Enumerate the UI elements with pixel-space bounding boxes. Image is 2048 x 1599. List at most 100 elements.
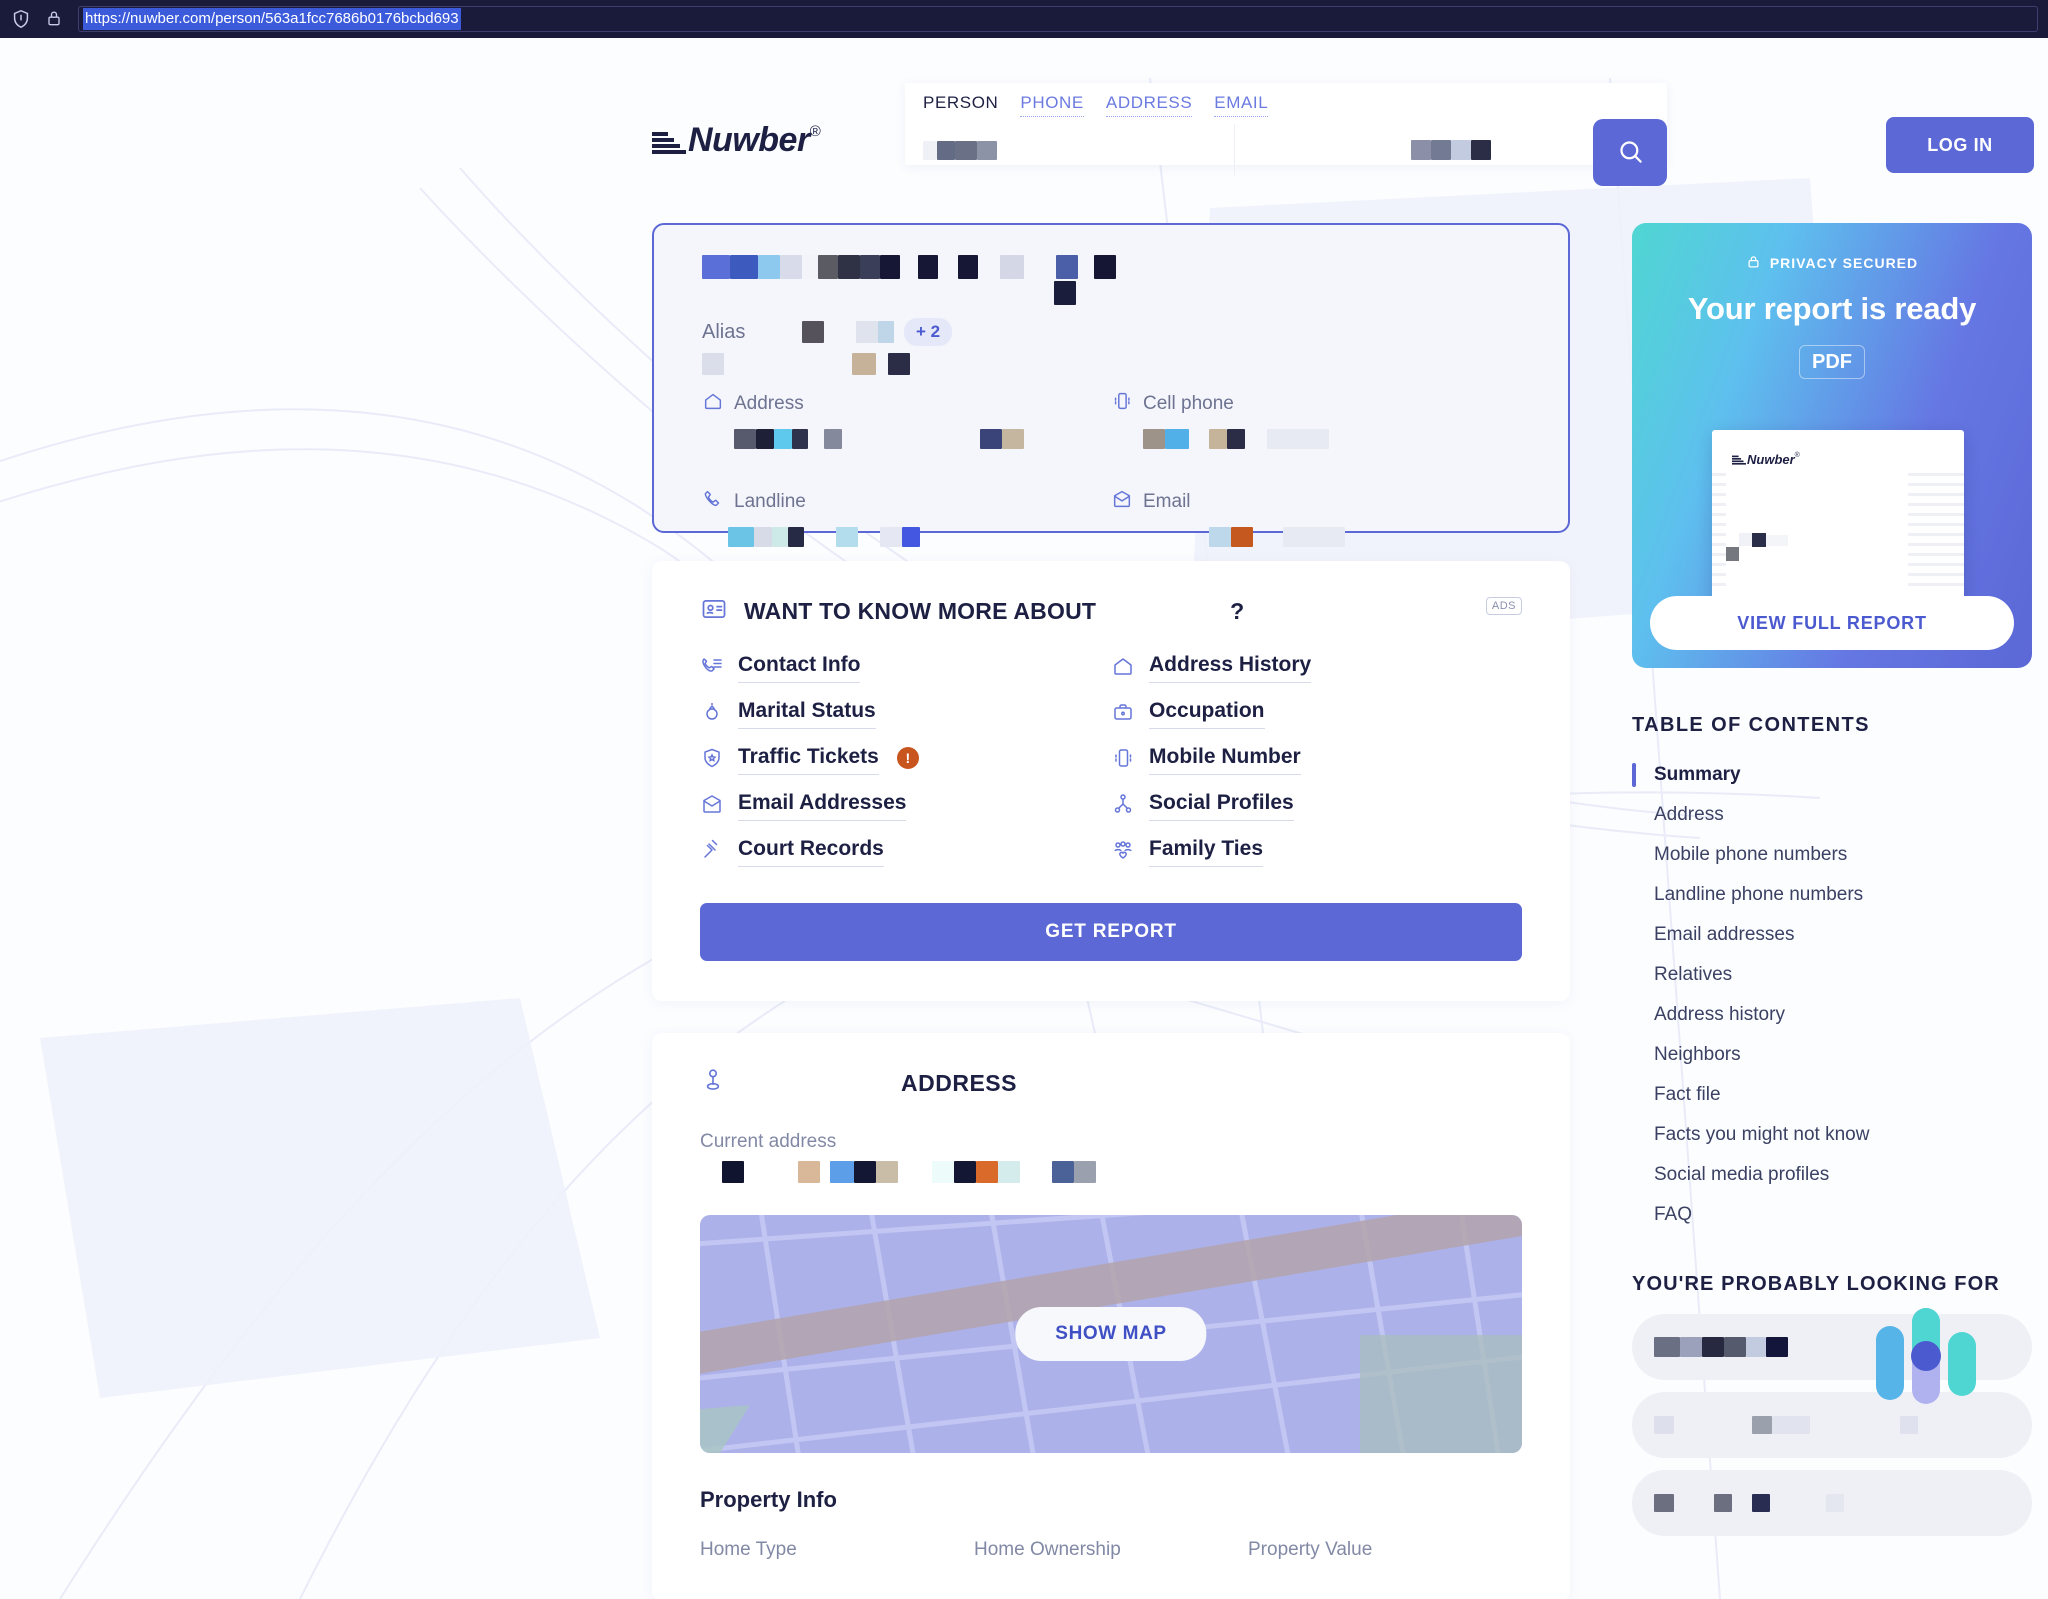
toc-item-address[interactable]: Address xyxy=(1632,795,2032,835)
view-full-report-button[interactable]: VIEW FULL REPORT xyxy=(1650,596,2014,650)
toc-item-email-addresses[interactable]: Email addresses xyxy=(1632,915,2032,955)
document-logo: Nuwber ® xyxy=(1732,452,1964,467)
shield-icon[interactable] xyxy=(10,8,32,30)
family-icon xyxy=(1111,838,1135,867)
toc-item-relatives[interactable]: Relatives xyxy=(1632,955,2032,995)
wtk-item-contact-info-label: Contact Info xyxy=(738,653,861,683)
summary-field-email-label-row: Email xyxy=(1111,488,1520,516)
list-item[interactable] xyxy=(1632,1470,2032,1536)
want-to-know-header: WANT TO KNOW MORE ABOUT ? xyxy=(700,595,1522,627)
site-header: Nuwber ® PERSON PHONE ADDRESS EMAIL LOG … xyxy=(0,38,2048,186)
report-ready-card: PRIVACY SECURED Your report is ready PDF… xyxy=(1632,223,2032,668)
current-address-redacted xyxy=(700,1161,1522,1187)
logo-registered-mark: ® xyxy=(809,123,821,140)
wtk-item-email-addresses[interactable]: Email Addresses xyxy=(700,791,1111,821)
id-card-icon xyxy=(700,595,728,628)
alias-more-button[interactable]: + 2 xyxy=(904,318,953,346)
property-column-home-type: Home Type xyxy=(700,1539,797,1560)
traffic-tickets-alert-badge: ! xyxy=(896,747,919,769)
summary-field-cellphone-label-row: Cell phone xyxy=(1111,390,1520,418)
get-report-button[interactable]: GET REPORT xyxy=(700,903,1522,961)
current-address-label: Current address xyxy=(700,1131,837,1152)
search-icon xyxy=(1617,138,1644,168)
pdf-format-chip: PDF xyxy=(1799,345,1865,379)
logo-wordmark: Nuwber xyxy=(688,121,810,159)
property-column-property-value: Property Value xyxy=(1248,1539,1373,1560)
search-tab-address[interactable]: ADDRESS xyxy=(1105,93,1193,117)
alias-label: Alias xyxy=(702,320,746,343)
summary-field-landline-label: Landline xyxy=(734,491,806,512)
person-name-redacted-extra1 xyxy=(1054,281,1076,305)
wtk-item-court-records[interactable]: Court Records xyxy=(700,837,1111,867)
wtk-item-mobile-number-label: Mobile Number xyxy=(1149,745,1301,775)
summary-field-cellphone-label: Cell phone xyxy=(1143,393,1234,414)
toc-item-faq[interactable]: FAQ xyxy=(1632,1195,2032,1235)
shield-star-icon xyxy=(700,746,724,775)
probably-looking-for-title: YOU'RE PROBABLY LOOKING FOR xyxy=(1632,1273,2000,1295)
summary-field-email-values xyxy=(1111,526,1520,548)
want-to-know-grid: Contact Info Address History Marital Sta… xyxy=(700,653,1522,867)
toc-item-summary[interactable]: Summary xyxy=(1632,755,2032,795)
show-map-button[interactable]: SHOW MAP xyxy=(1015,1307,1207,1361)
search-tabs: PERSON PHONE ADDRESS EMAIL xyxy=(905,83,1667,117)
search-tab-phone[interactable]: PHONE xyxy=(1020,93,1084,117)
want-to-know-title: WANT TO KNOW MORE ABOUT xyxy=(744,597,1097,624)
flag-icon xyxy=(652,127,686,154)
briefcase-icon xyxy=(1111,700,1135,729)
summary-field-address-values xyxy=(702,428,1111,450)
site-logo[interactable]: Nuwber ® xyxy=(652,121,821,160)
search-fields xyxy=(905,124,1667,176)
wtk-item-traffic-tickets[interactable]: Traffic Tickets ! xyxy=(700,745,1111,775)
login-button[interactable]: LOG IN xyxy=(1886,117,2034,173)
wtk-item-family-ties[interactable]: Family Ties xyxy=(1111,837,1522,867)
summary-field-address: Address xyxy=(702,390,1111,450)
home-icon xyxy=(702,390,724,418)
want-to-know-card: WANT TO KNOW MORE ABOUT ? ADS Contact In… xyxy=(652,561,1570,1001)
summary-field-landline-label-row: Landline xyxy=(702,488,1111,516)
main-content: Alias + 2 Address Cell phone Landline Em… xyxy=(652,223,1570,1599)
toc-item-social-media[interactable]: Social media profiles xyxy=(1632,1155,2032,1195)
url-text: https://nuwber.com/person/563a1fcc7686b0… xyxy=(83,8,461,30)
envelope-icon xyxy=(1111,488,1133,516)
toc-item-mobile-phone[interactable]: Mobile phone numbers xyxy=(1632,835,2032,875)
map-preview[interactable]: SHOW MAP xyxy=(700,1215,1522,1453)
wtk-item-marital-status[interactable]: Marital Status xyxy=(700,699,1111,729)
toc-item-neighbors[interactable]: Neighbors xyxy=(1632,1035,2032,1075)
gavel-icon xyxy=(700,838,724,867)
alias-row: Alias + 2 xyxy=(702,315,1520,349)
wtk-item-family-ties-label: Family Ties xyxy=(1149,837,1264,867)
property-info-title: Property Info xyxy=(700,1487,837,1512)
wtk-item-address-history[interactable]: Address History xyxy=(1111,653,1522,683)
alias-row-secondary xyxy=(702,351,1520,385)
toc-item-address-history[interactable]: Address history xyxy=(1632,995,2032,1035)
toc-item-fact-file[interactable]: Fact file xyxy=(1632,1075,2032,1115)
search-input-name[interactable] xyxy=(905,124,1235,176)
wtk-item-social-profiles[interactable]: Social Profiles xyxy=(1111,791,1522,821)
wtk-item-occupation[interactable]: Occupation xyxy=(1111,699,1522,729)
search-tab-person[interactable]: PERSON xyxy=(923,93,998,117)
summary-field-address-label-row: Address xyxy=(702,390,1111,418)
lock-icon xyxy=(44,8,66,30)
wtk-item-occupation-label: Occupation xyxy=(1149,699,1265,729)
address-bar[interactable]: https://nuwber.com/person/563a1fcc7686b0… xyxy=(78,6,2038,32)
wtk-item-court-records-label: Court Records xyxy=(738,837,884,867)
wtk-item-social-profiles-label: Social Profiles xyxy=(1149,791,1294,821)
search-button[interactable] xyxy=(1593,119,1667,186)
address-header: ADDRESS xyxy=(700,1063,1522,1103)
map-pin-icon xyxy=(700,1067,726,1100)
toc-item-landline-phone[interactable]: Landline phone numbers xyxy=(1632,875,2032,915)
mobile-phone-icon xyxy=(1111,390,1133,418)
right-sidebar: PRIVACY SECURED Your report is ready PDF… xyxy=(1632,223,2032,1548)
wtk-item-contact-info[interactable]: Contact Info xyxy=(700,653,1111,683)
person-summary-card: Alias + 2 Address Cell phone Landline Em… xyxy=(652,223,1570,547)
person-name-redacted xyxy=(702,255,1520,311)
browser-toolbar: https://nuwber.com/person/563a1fcc7686b0… xyxy=(0,0,2048,38)
toc-item-facts-unknown[interactable]: Facts you might not know xyxy=(1632,1115,2032,1155)
wtk-item-mobile-number[interactable]: Mobile Number xyxy=(1111,745,1522,775)
privacy-secured-row: PRIVACY SECURED xyxy=(1632,253,2032,273)
search-tab-email[interactable]: EMAIL xyxy=(1214,93,1269,117)
probably-looking-for-list xyxy=(1632,1308,2032,1536)
envelope-icon xyxy=(700,792,724,821)
flag-icon xyxy=(1732,454,1746,465)
privacy-secured-label: PRIVACY SECURED xyxy=(1769,255,1919,271)
